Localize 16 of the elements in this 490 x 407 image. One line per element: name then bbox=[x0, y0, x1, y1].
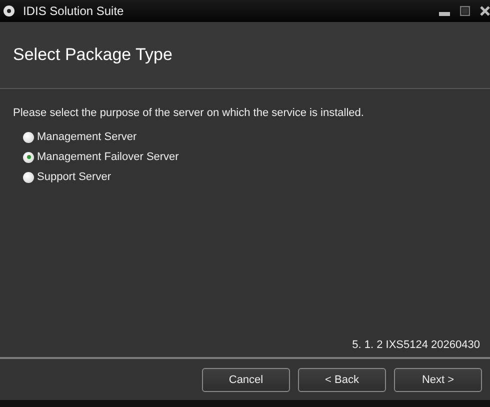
radio-button[interactable] bbox=[23, 152, 34, 162]
window-title: IDIS Solution Suite bbox=[23, 4, 124, 18]
app-icon bbox=[3, 5, 15, 17]
close-icon[interactable] bbox=[480, 6, 490, 16]
radio-button[interactable] bbox=[23, 132, 34, 142]
option-label[interactable]: Management Failover Server bbox=[37, 151, 179, 163]
option-label[interactable]: Support Server bbox=[37, 171, 111, 183]
version-text: 5. 1. 2 IXS5124 20260430 bbox=[352, 339, 480, 351]
option-label[interactable]: Management Server bbox=[37, 131, 137, 143]
instruction-text: Please select the purpose of the server on which the service is installed. bbox=[13, 107, 365, 119]
wizard-button[interactable]: Cancel bbox=[202, 368, 290, 392]
wizard-button[interactable]: Next > bbox=[394, 368, 482, 392]
maximize-icon[interactable] bbox=[460, 6, 470, 16]
radio-button[interactable] bbox=[23, 172, 34, 182]
page-title: Select Package Type bbox=[13, 45, 172, 65]
wizard-button[interactable]: < Back bbox=[298, 368, 386, 392]
